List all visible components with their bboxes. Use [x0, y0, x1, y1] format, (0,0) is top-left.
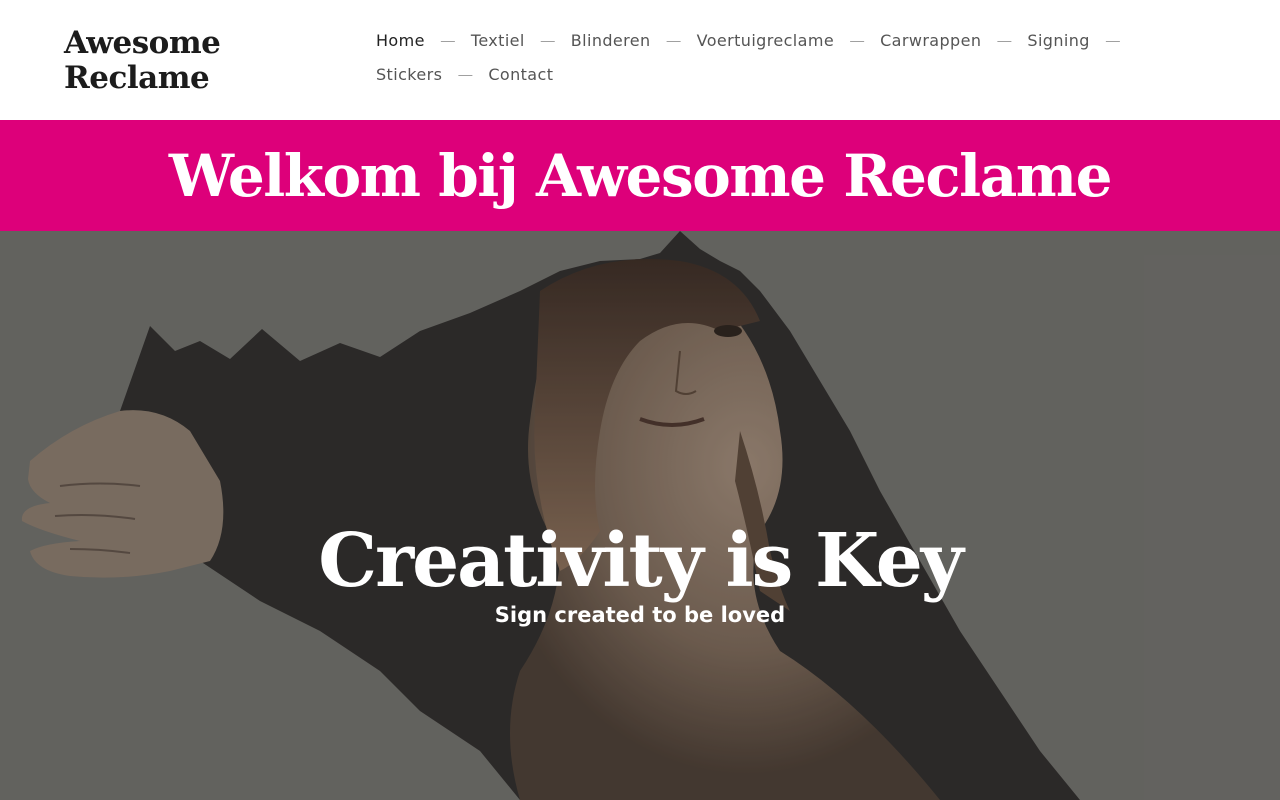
nav-item-carwrappen: Carwrappen —	[880, 30, 1027, 50]
nav-link-textiel[interactable]: Textiel	[471, 31, 525, 50]
nav-separator: —	[850, 32, 865, 48]
welcome-banner: Welkom bij Awesome Reclame	[0, 120, 1280, 231]
site-header: Awesome Reclame Home — Textiel — Blinder…	[0, 0, 1280, 120]
nav-item-textiel: Textiel —	[471, 30, 571, 50]
nav-separator: —	[458, 66, 473, 82]
nav-separator: —	[997, 32, 1012, 48]
hero-overlay	[0, 231, 1280, 800]
nav-item-voertuigreclame: Voertuigreclame —	[697, 30, 880, 50]
hero-subtitle: Sign created to be loved	[494, 603, 786, 627]
nav-separator: —	[666, 32, 681, 48]
logo-line-1[interactable]: Awesome	[64, 26, 244, 61]
nav-separator: —	[1105, 32, 1120, 48]
nav-link-voertuigreclame[interactable]: Voertuigreclame	[697, 31, 834, 50]
hero-title: Creativity is Key	[318, 518, 964, 604]
nav-separator: —	[440, 32, 455, 48]
nav-link-stickers[interactable]: Stickers	[376, 65, 442, 84]
nav-link-carwrappen[interactable]: Carwrappen	[880, 31, 981, 50]
nav-link-contact[interactable]: Contact	[488, 65, 553, 84]
nav-separator: —	[540, 32, 555, 48]
main-navigation: Home — Textiel — Blinderen — Voertuigrec…	[376, 30, 1166, 84]
banner-title: Welkom bij Awesome Reclame	[168, 141, 1113, 210]
site-logo[interactable]: Awesome Reclame	[64, 26, 244, 96]
nav-link-signing[interactable]: Signing	[1027, 31, 1089, 50]
logo-line-2[interactable]: Reclame	[64, 61, 244, 96]
hero-section: Creativity is Key Sign created to be lov…	[0, 231, 1280, 800]
nav-link-blinderen[interactable]: Blinderen	[571, 31, 651, 50]
nav-link-home[interactable]: Home	[376, 31, 425, 50]
nav-item-contact: Contact	[488, 64, 553, 84]
nav-item-stickers: Stickers —	[376, 64, 488, 84]
nav-item-blinderen: Blinderen —	[571, 30, 697, 50]
nav-item-signing: Signing —	[1027, 30, 1135, 50]
hero-text: Creativity is Key Sign created to be lov…	[0, 519, 1280, 627]
nav-item-home: Home —	[376, 30, 471, 50]
